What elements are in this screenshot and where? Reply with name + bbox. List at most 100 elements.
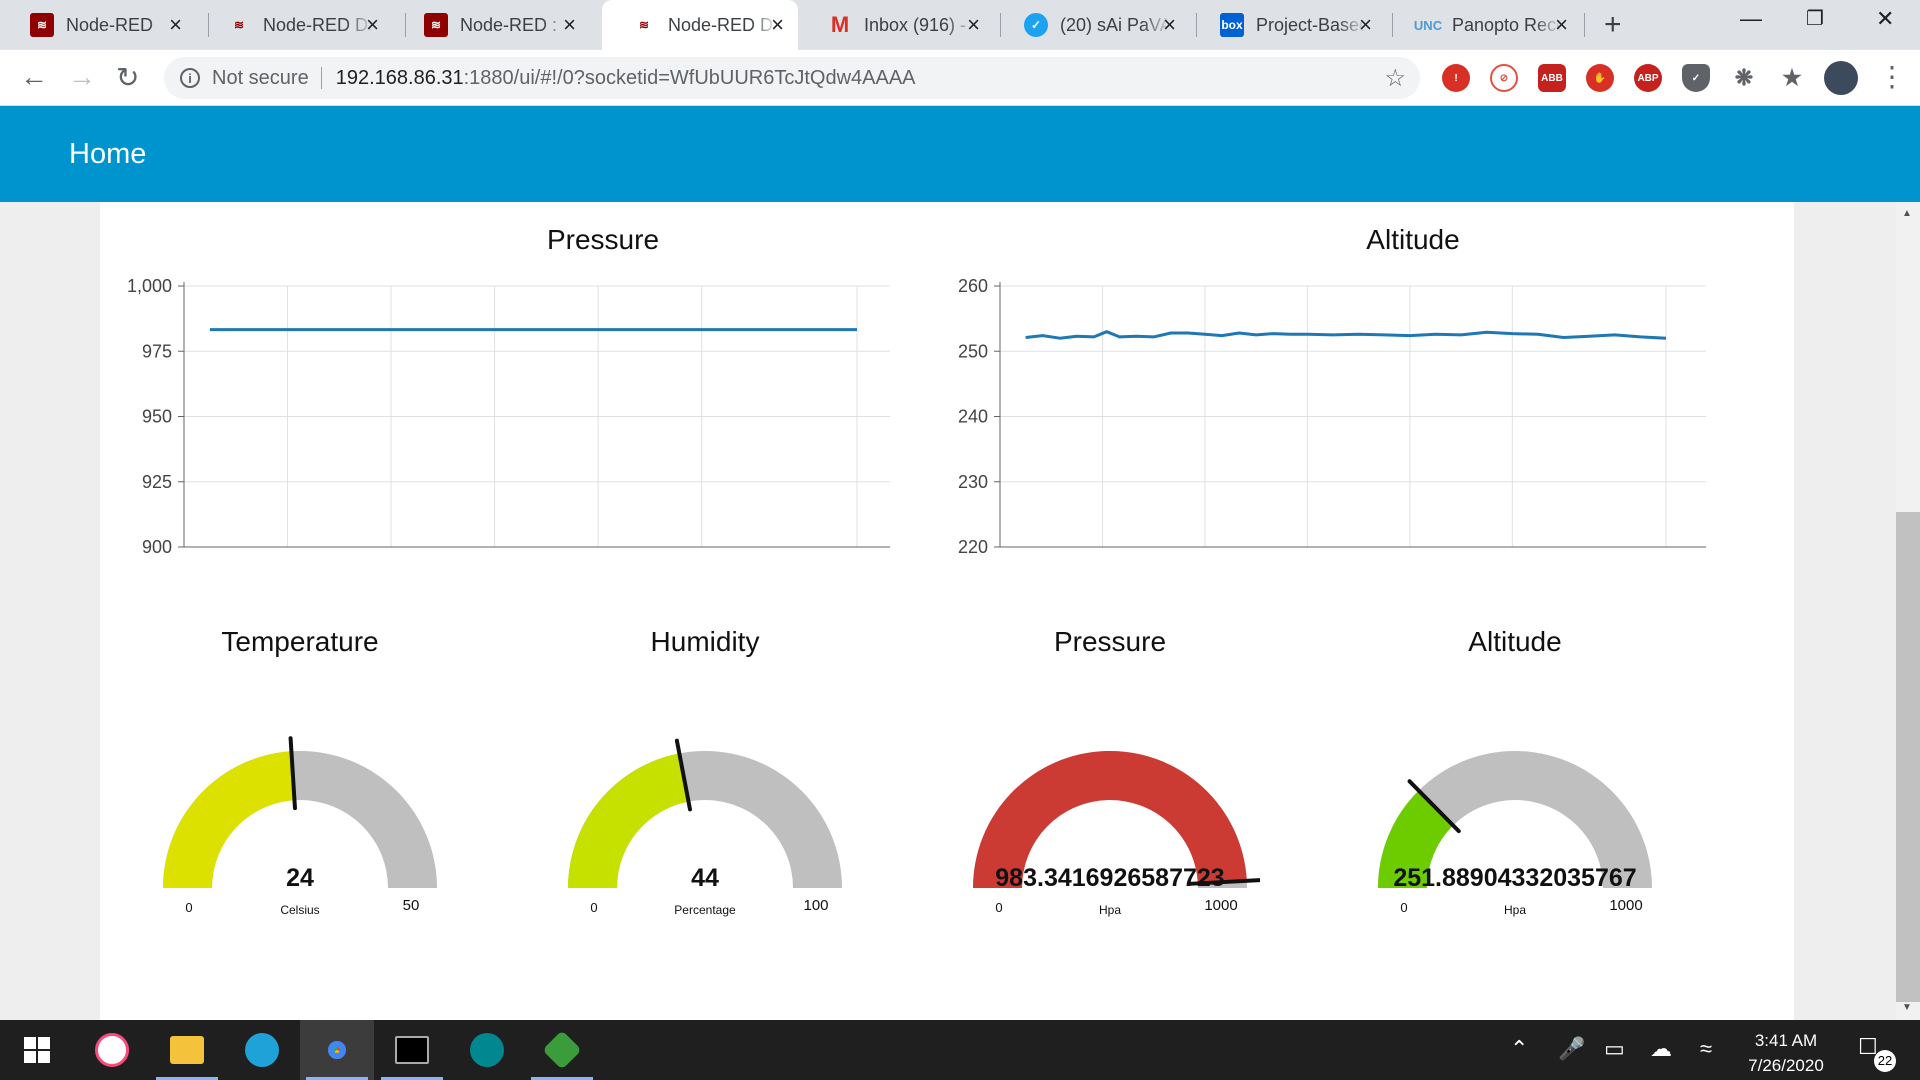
browser-tab[interactable]: ≋ Node-RED Dashboard × bbox=[197, 0, 393, 50]
tab-title: (20) sAi PaVAN bbox=[1060, 14, 1170, 35]
browser-tab[interactable]: M Inbox (916) - × bbox=[798, 0, 994, 50]
file-explorer-icon[interactable] bbox=[150, 1020, 224, 1080]
y-tick-label: 220 bbox=[958, 537, 988, 557]
profile-avatar-icon[interactable] bbox=[1824, 61, 1858, 95]
series-line bbox=[1025, 330, 1667, 340]
gmail-icon: M bbox=[830, 12, 850, 37]
tab-title: Panopto Recorder bbox=[1452, 14, 1562, 35]
close-icon[interactable]: × bbox=[771, 12, 784, 38]
address-bar[interactable]: i Not secure 192.168.86.31 :1880/ui/#!/0… bbox=[164, 57, 1420, 99]
chrome-icon[interactable] bbox=[300, 1020, 374, 1080]
gauge-min-label: 0 bbox=[1400, 900, 1407, 915]
gauge-fill bbox=[568, 753, 689, 888]
ext-bug-icon[interactable]: ❋ bbox=[1730, 64, 1758, 92]
browser-tab[interactable]: ≋ Node-RED × bbox=[0, 0, 196, 50]
humidity-gauge: 44 Percentage 0 100 bbox=[568, 738, 842, 917]
ext-shield-icon[interactable]: ✓ bbox=[1682, 64, 1710, 92]
menu-kebab-icon[interactable]: ⋮ bbox=[1878, 60, 1906, 93]
clock[interactable]: 3:41 AM 7/26/2020 bbox=[1726, 1028, 1846, 1078]
pressure-line-chart: 1,00097595092590003:28:0003:30:0003:32:0… bbox=[127, 276, 890, 557]
dashboard-header: Home bbox=[0, 106, 1920, 202]
ext-abb-icon[interactable]: ABB bbox=[1538, 64, 1566, 92]
node-red-icon: ≋ bbox=[424, 13, 448, 37]
gauge-title-altitude: Altitude bbox=[1468, 626, 1562, 657]
url-path: :1880/ui/#!/0?socketid=WfUbUUR6TcJtQdw4A… bbox=[463, 66, 916, 89]
gauge-max-label: 1000 bbox=[1609, 897, 1642, 914]
back-arrow-icon[interactable]: ← bbox=[20, 61, 48, 93]
tab-title: Node-RED bbox=[66, 14, 154, 35]
terminal-icon[interactable] bbox=[375, 1020, 449, 1080]
gauge-min-label: 0 bbox=[590, 900, 597, 915]
bookmark-star-icon[interactable]: ☆ bbox=[1384, 64, 1406, 93]
windows-start-icon[interactable] bbox=[0, 1020, 74, 1080]
pressure-gauge: 983.3416926587723 Hpa 0 1000 bbox=[973, 750, 1260, 917]
close-window-button[interactable]: ✕ bbox=[1876, 6, 1894, 32]
y-tick-label: 925 bbox=[142, 472, 172, 492]
gauge-unit: Hpa bbox=[1504, 903, 1526, 917]
close-icon[interactable]: × bbox=[563, 12, 576, 38]
gauge-title-humidity: Humidity bbox=[650, 626, 760, 657]
ext-circle-icon[interactable]: ⊘ bbox=[1490, 64, 1518, 92]
y-tick-label: 260 bbox=[958, 276, 988, 296]
ext-red-alert-icon[interactable]: ! bbox=[1442, 64, 1470, 92]
close-icon[interactable]: × bbox=[366, 12, 379, 38]
wifi-icon[interactable]: ≈ bbox=[1700, 1036, 1712, 1062]
altitude-gauge: 251.88904332035767 Hpa 0 1000 bbox=[1378, 751, 1652, 917]
scroll-down-icon[interactable]: ▼ bbox=[1902, 1002, 1912, 1013]
browser-tab[interactable]: ≋ Node-RED : × bbox=[394, 0, 590, 50]
browser-tab[interactable]: UNC Panopto Recorder × bbox=[1386, 0, 1582, 50]
close-icon[interactable]: × bbox=[1359, 12, 1372, 38]
ext-abp-icon[interactable]: ABP bbox=[1634, 64, 1662, 92]
y-tick-label: 1,000 bbox=[127, 276, 172, 296]
chart-title-pressure: Pressure bbox=[546, 224, 660, 255]
close-icon[interactable]: × bbox=[1555, 12, 1568, 38]
forward-arrow-icon[interactable]: → bbox=[68, 61, 96, 93]
ext-stop-icon[interactable]: ✋ bbox=[1586, 64, 1614, 92]
gauge-max-label: 100 bbox=[803, 897, 828, 914]
tray-chevron-up-icon[interactable]: ⌃ bbox=[1510, 1036, 1528, 1062]
ext-puzzle-icon[interactable]: ★ bbox=[1778, 64, 1806, 92]
scroll-up-icon[interactable]: ▲ bbox=[1902, 208, 1912, 219]
browser-tab[interactable]: box Project-Based × bbox=[1190, 0, 1386, 50]
gauge-unit: Hpa bbox=[1099, 903, 1121, 917]
tab-title: Node-RED Dashboard bbox=[668, 14, 778, 35]
microphone-icon[interactable]: 🎤 bbox=[1558, 1036, 1585, 1062]
box-icon: box bbox=[1220, 13, 1244, 37]
restore-button[interactable]: ❐ bbox=[1806, 6, 1824, 31]
tab-title: Node-RED Dashboard bbox=[263, 14, 373, 35]
itunes-icon[interactable] bbox=[75, 1020, 149, 1080]
temperature-gauge: 24 Celsius 0 50 bbox=[163, 736, 437, 917]
dashboard-title: Home bbox=[69, 138, 147, 170]
notification-count-badge: 22 bbox=[1874, 1050, 1896, 1072]
onedrive-cloud-icon[interactable]: ☁ bbox=[1650, 1036, 1672, 1062]
windows-taskbar: ⌃ 🎤 ▭ ☁ ≈ 3:41 AM 7/26/2020 ☐ 22 bbox=[0, 1020, 1920, 1080]
app-hex-icon[interactable] bbox=[525, 1020, 599, 1080]
y-tick-label: 240 bbox=[958, 407, 988, 427]
battery-icon[interactable]: ▭ bbox=[1604, 1036, 1625, 1062]
node-red-dashboard-icon: ≋ bbox=[233, 18, 245, 32]
close-icon[interactable]: × bbox=[169, 12, 182, 38]
scroll-thumb[interactable] bbox=[1896, 512, 1920, 1002]
arduino-icon[interactable] bbox=[450, 1020, 524, 1080]
security-label[interactable]: Not secure bbox=[212, 67, 309, 90]
new-tab-button[interactable]: + bbox=[1604, 8, 1622, 42]
clock-time: 3:41 AM bbox=[1754, 1031, 1818, 1050]
browser-tab-active[interactable]: ≋ Node-RED Dashboard × bbox=[602, 0, 798, 50]
tab-title: Node-RED : bbox=[460, 14, 558, 35]
edge-icon[interactable] bbox=[225, 1020, 299, 1080]
info-icon[interactable]: i bbox=[180, 68, 200, 88]
clock-date: 7/26/2020 bbox=[1748, 1056, 1824, 1075]
minimize-button[interactable]: — bbox=[1740, 6, 1762, 32]
reload-icon[interactable]: ↻ bbox=[116, 61, 139, 94]
gauge-value: 44 bbox=[691, 864, 719, 892]
page-scrollbar[interactable]: ▲ ▼ bbox=[1896, 202, 1920, 1020]
y-tick-label: 230 bbox=[958, 472, 988, 492]
tab-title: Project-Based bbox=[1256, 14, 1366, 35]
browser-toolbar: ← → ↻ i Not secure 192.168.86.31 :1880/u… bbox=[0, 50, 1920, 106]
close-icon[interactable]: × bbox=[967, 12, 980, 38]
gauge-min-label: 0 bbox=[185, 900, 192, 915]
browser-tab[interactable]: ✓ (20) sAi PaVAN × bbox=[994, 0, 1190, 50]
url-host: 192.168.86.31 bbox=[335, 66, 464, 89]
dashboard-body: Pressure 1,00097595092590003:28:0003:30:… bbox=[0, 202, 1896, 1020]
close-icon[interactable]: × bbox=[1163, 12, 1176, 38]
